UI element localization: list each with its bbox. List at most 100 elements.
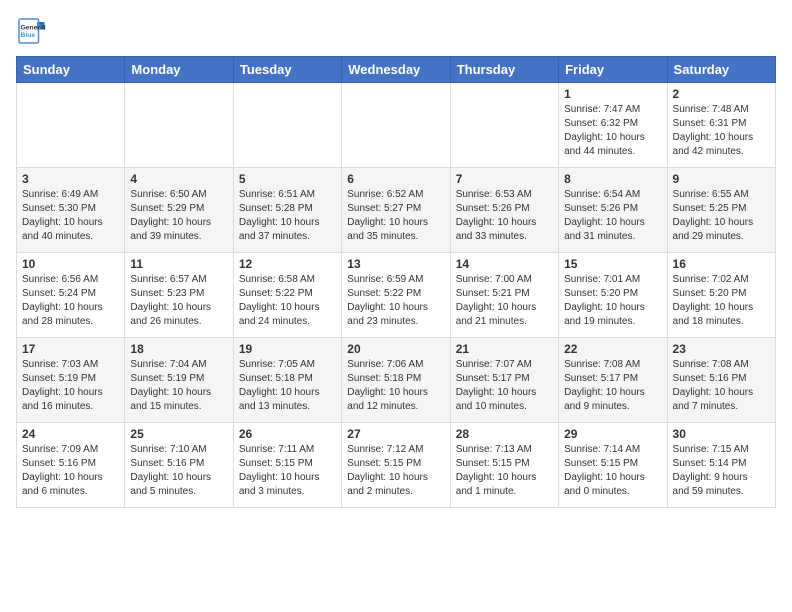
calendar-cell: 14 Sunrise: 7:00 AM Sunset: 5:21 PM Dayli… <box>450 253 558 338</box>
day-info: Sunrise: 6:59 AM Sunset: 5:22 PM Dayligh… <box>347 273 444 329</box>
day-info: Sunrise: 7:08 AM Sunset: 5:16 PM Dayligh… <box>673 358 770 414</box>
day-info: Sunrise: 7:11 AM Sunset: 5:15 PM Dayligh… <box>239 443 336 499</box>
day-info: Sunrise: 6:56 AM Sunset: 5:24 PM Dayligh… <box>22 273 119 329</box>
day-info: Sunrise: 7:00 AM Sunset: 5:21 PM Dayligh… <box>456 273 553 329</box>
day-info: Sunrise: 7:47 AM Sunset: 6:32 PM Dayligh… <box>564 103 661 159</box>
calendar-cell: 20 Sunrise: 7:06 AM Sunset: 5:18 PM Dayli… <box>342 338 450 423</box>
day-info: Sunrise: 7:15 AM Sunset: 5:14 PM Dayligh… <box>673 443 770 499</box>
weekday-header: Friday <box>559 57 667 83</box>
day-number: 20 <box>347 342 444 356</box>
day-info: Sunrise: 7:09 AM Sunset: 5:16 PM Dayligh… <box>22 443 119 499</box>
calendar-cell: 18Sunrise: 7:04 AM Sunset: 5:19 PM Dayli… <box>125 338 233 423</box>
day-info: Sunrise: 6:52 AM Sunset: 5:27 PM Dayligh… <box>347 188 444 244</box>
day-info: Sunrise: 7:08 AM Sunset: 5:17 PM Dayligh… <box>564 358 661 414</box>
day-info: Sunrise: 7:10 AM Sunset: 5:16 PM Dayligh… <box>130 443 227 499</box>
calendar-cell <box>450 83 558 168</box>
calendar-cell: 11Sunrise: 6:57 AM Sunset: 5:23 PM Dayli… <box>125 253 233 338</box>
calendar-cell: 10 Sunrise: 6:56 AM Sunset: 5:24 PM Dayli… <box>17 253 125 338</box>
day-number: 26 <box>239 427 336 441</box>
day-info: Sunrise: 6:58 AM Sunset: 5:22 PM Dayligh… <box>239 273 336 329</box>
calendar-cell: 17 Sunrise: 7:03 AM Sunset: 5:19 PM Dayli… <box>17 338 125 423</box>
calendar-cell: 7 Sunrise: 6:53 AM Sunset: 5:26 PM Daylig… <box>450 168 558 253</box>
page-header: General Blue <box>16 16 776 46</box>
weekday-header: Wednesday <box>342 57 450 83</box>
weekday-header: Monday <box>125 57 233 83</box>
calendar-cell: 1 Sunrise: 7:47 AM Sunset: 6:32 PM Daylig… <box>559 83 667 168</box>
calendar-header-row: SundayMondayTuesdayWednesdayThursdayFrid… <box>17 57 776 83</box>
day-number: 3 <box>22 172 119 186</box>
day-info: Sunrise: 6:55 AM Sunset: 5:25 PM Dayligh… <box>673 188 770 244</box>
weekday-header: Tuesday <box>233 57 341 83</box>
logo: General Blue <box>16 16 46 46</box>
day-number: 27 <box>347 427 444 441</box>
weekday-header: Sunday <box>17 57 125 83</box>
calendar-cell: 5 Sunrise: 6:51 AM Sunset: 5:28 PM Daylig… <box>233 168 341 253</box>
calendar-cell: 21 Sunrise: 7:07 AM Sunset: 5:17 PM Dayli… <box>450 338 558 423</box>
day-info: Sunrise: 6:53 AM Sunset: 5:26 PM Dayligh… <box>456 188 553 244</box>
calendar-cell: 19 Sunrise: 7:05 AM Sunset: 5:18 PM Dayli… <box>233 338 341 423</box>
calendar-cell: 9 Sunrise: 6:55 AM Sunset: 5:25 PM Daylig… <box>667 168 775 253</box>
day-info: Sunrise: 7:05 AM Sunset: 5:18 PM Dayligh… <box>239 358 336 414</box>
calendar-cell: 24 Sunrise: 7:09 AM Sunset: 5:16 PM Dayli… <box>17 423 125 508</box>
day-info: Sunrise: 7:02 AM Sunset: 5:20 PM Dayligh… <box>673 273 770 329</box>
day-number: 16 <box>673 257 770 271</box>
calendar-week-row: 10 Sunrise: 6:56 AM Sunset: 5:24 PM Dayli… <box>17 253 776 338</box>
day-number: 21 <box>456 342 553 356</box>
calendar-cell: 4 Sunrise: 6:50 AM Sunset: 5:29 PM Daylig… <box>125 168 233 253</box>
day-info: Sunrise: 7:12 AM Sunset: 5:15 PM Dayligh… <box>347 443 444 499</box>
day-info: Sunrise: 6:49 AM Sunset: 5:30 PM Dayligh… <box>22 188 119 244</box>
weekday-header: Thursday <box>450 57 558 83</box>
day-number: 23 <box>673 342 770 356</box>
calendar-cell: 25Sunrise: 7:10 AM Sunset: 5:16 PM Dayli… <box>125 423 233 508</box>
day-number: 9 <box>673 172 770 186</box>
day-info: Sunrise: 7:48 AM Sunset: 6:31 PM Dayligh… <box>673 103 770 159</box>
day-info: Sunrise: 7:01 AM Sunset: 5:20 PM Dayligh… <box>564 273 661 329</box>
calendar-cell: 3 Sunrise: 6:49 AM Sunset: 5:30 PM Daylig… <box>17 168 125 253</box>
day-number: 14 <box>456 257 553 271</box>
day-number: 4 <box>130 172 227 186</box>
day-info: Sunrise: 7:06 AM Sunset: 5:18 PM Dayligh… <box>347 358 444 414</box>
day-info: Sunrise: 7:03 AM Sunset: 5:19 PM Dayligh… <box>22 358 119 414</box>
day-number: 11 <box>130 257 227 271</box>
day-number: 2 <box>673 87 770 101</box>
day-number: 17 <box>22 342 119 356</box>
day-number: 1 <box>564 87 661 101</box>
day-number: 22 <box>564 342 661 356</box>
day-number: 6 <box>347 172 444 186</box>
svg-text:Blue: Blue <box>21 32 36 39</box>
day-info: Sunrise: 7:14 AM Sunset: 5:15 PM Dayligh… <box>564 443 661 499</box>
calendar-week-row: 17 Sunrise: 7:03 AM Sunset: 5:19 PM Dayli… <box>17 338 776 423</box>
day-info: Sunrise: 6:50 AM Sunset: 5:29 PM Dayligh… <box>130 188 227 244</box>
calendar-week-row: 1 Sunrise: 7:47 AM Sunset: 6:32 PM Daylig… <box>17 83 776 168</box>
calendar-cell: 28 Sunrise: 7:13 AM Sunset: 5:15 PM Dayli… <box>450 423 558 508</box>
day-number: 19 <box>239 342 336 356</box>
calendar-table: SundayMondayTuesdayWednesdayThursdayFrid… <box>16 56 776 508</box>
day-number: 8 <box>564 172 661 186</box>
day-info: Sunrise: 6:51 AM Sunset: 5:28 PM Dayligh… <box>239 188 336 244</box>
calendar-cell: 23 Sunrise: 7:08 AM Sunset: 5:16 PM Dayli… <box>667 338 775 423</box>
day-info: Sunrise: 7:13 AM Sunset: 5:15 PM Dayligh… <box>456 443 553 499</box>
calendar-cell: 27 Sunrise: 7:12 AM Sunset: 5:15 PM Dayli… <box>342 423 450 508</box>
calendar-cell <box>17 83 125 168</box>
day-number: 12 <box>239 257 336 271</box>
calendar-cell <box>233 83 341 168</box>
calendar-cell: 26 Sunrise: 7:11 AM Sunset: 5:15 PM Dayli… <box>233 423 341 508</box>
day-number: 10 <box>22 257 119 271</box>
day-info: Sunrise: 7:07 AM Sunset: 5:17 PM Dayligh… <box>456 358 553 414</box>
calendar-cell: 12 Sunrise: 6:58 AM Sunset: 5:22 PM Dayli… <box>233 253 341 338</box>
day-number: 28 <box>456 427 553 441</box>
calendar-cell: 15 Sunrise: 7:01 AM Sunset: 5:20 PM Dayli… <box>559 253 667 338</box>
day-number: 7 <box>456 172 553 186</box>
day-number: 24 <box>22 427 119 441</box>
day-number: 18 <box>130 342 227 356</box>
calendar-cell: 8 Sunrise: 6:54 AM Sunset: 5:26 PM Daylig… <box>559 168 667 253</box>
calendar-cell: 6 Sunrise: 6:52 AM Sunset: 5:27 PM Daylig… <box>342 168 450 253</box>
day-number: 5 <box>239 172 336 186</box>
calendar-week-row: 24 Sunrise: 7:09 AM Sunset: 5:16 PM Dayli… <box>17 423 776 508</box>
day-info: Sunrise: 6:54 AM Sunset: 5:26 PM Dayligh… <box>564 188 661 244</box>
day-number: 15 <box>564 257 661 271</box>
calendar-cell: 22 Sunrise: 7:08 AM Sunset: 5:17 PM Dayli… <box>559 338 667 423</box>
calendar-cell <box>342 83 450 168</box>
day-number: 30 <box>673 427 770 441</box>
day-number: 29 <box>564 427 661 441</box>
